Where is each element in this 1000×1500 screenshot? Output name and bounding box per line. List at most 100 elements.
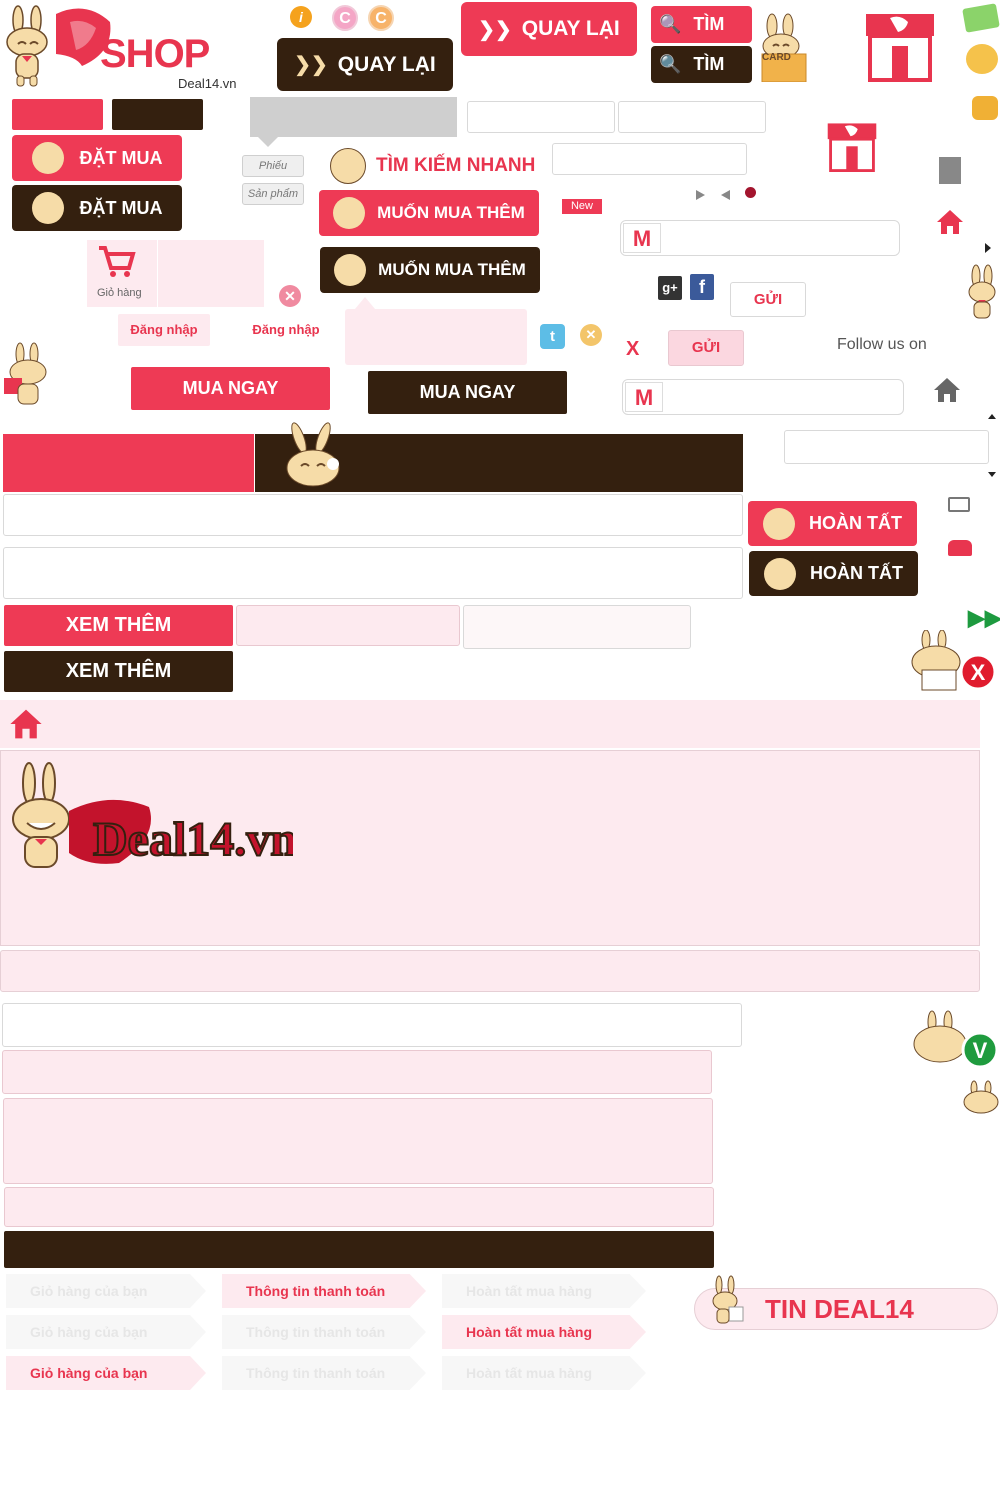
cart-widget[interactable]: Giỏ hàng <box>87 240 264 307</box>
double-arrow-icon: ❯❯ <box>478 18 512 41</box>
buy-now-button-dark[interactable]: MUA NGAY <box>368 371 567 414</box>
order-button-dark[interactable]: ĐẶT MUA <box>12 185 182 231</box>
back-button-red[interactable]: ❯❯ QUAY LẠI <box>461 2 637 56</box>
form-input-pink-2[interactable] <box>4 1187 714 1227</box>
phone-icon[interactable] <box>948 540 972 556</box>
deal-logo-icon: Deal14.vn <box>69 799 293 867</box>
v-badge-text: V <box>973 1038 988 1063</box>
shop-logo-text: SHOP <box>100 32 210 76</box>
input-box-1[interactable] <box>467 101 615 133</box>
play-right-icon[interactable] <box>696 190 705 200</box>
magnifier-icon: 🔍 <box>659 14 682 34</box>
arrow-right-small-icon[interactable] <box>985 243 991 253</box>
step-cart[interactable]: Giỏ hàng của bạn <box>6 1315 206 1349</box>
deal-logo-text: Deal14.vn <box>93 813 293 866</box>
step-complete[interactable]: Hoàn tất mua hàng <box>442 1274 646 1308</box>
order-button-red[interactable]: ĐẶT MUA <box>12 135 182 181</box>
form-input-white[interactable] <box>2 1003 742 1047</box>
double-arrow-icon: ❯❯ <box>294 54 328 76</box>
step-complete[interactable]: Hoàn tất mua hàng <box>442 1356 646 1390</box>
shopping-cart-icon <box>99 246 136 277</box>
close-circle-icon[interactable]: ✕ <box>279 285 301 307</box>
step-payment-info[interactable]: Thông tin thanh toán <box>222 1274 426 1308</box>
wide-input-1[interactable] <box>3 494 743 536</box>
envelope-icon[interactable] <box>948 497 970 512</box>
pink-tooltip-arrow <box>355 297 375 309</box>
home-red-icon[interactable] <box>935 208 965 236</box>
login-button-pink[interactable]: Đăng nhập <box>118 314 210 346</box>
form-textarea-pink[interactable] <box>3 1098 713 1184</box>
magnifier-icon: 🔍 <box>659 54 682 74</box>
bunny-close-mascot-icon: X <box>911 630 997 691</box>
cart-label: Giỏ hàng <box>97 287 142 299</box>
back-button-dark[interactable]: ❯❯ QUAY LẠI <box>277 38 453 91</box>
step-cart[interactable]: Giỏ hàng của bạn <box>6 1356 206 1390</box>
checkout-steps: Giỏ hàng của bạn Thông tin thanh toán Ho… <box>0 1272 660 1394</box>
buy-now-button-red[interactable]: MUA NGAY <box>131 367 330 410</box>
see-more-button-dark[interactable]: XEM THÊM <box>4 651 233 692</box>
home-gray-icon[interactable] <box>932 376 962 404</box>
voucher-tag[interactable]: Phiếu <box>242 155 304 177</box>
next-circle-icon[interactable] <box>745 187 756 198</box>
refresh-pink-icon[interactable]: C <box>332 5 358 31</box>
search-button-dark[interactable]: 🔍 TÌM <box>651 46 752 83</box>
send-button-outline[interactable]: GỬI <box>730 282 806 317</box>
fast-forward-icon[interactable]: ▶▶ <box>968 605 1000 631</box>
close-x-red[interactable]: X <box>626 338 639 361</box>
shop-store-icon[interactable] <box>864 12 936 82</box>
gray-tooltip-arrow <box>258 137 278 147</box>
scroll-down-icon[interactable] <box>988 472 996 477</box>
input-box-3[interactable] <box>552 143 747 175</box>
email-input-2[interactable]: M <box>622 379 904 415</box>
bunny-card-mascot-icon <box>761 13 807 82</box>
play-left-icon[interactable] <box>721 190 730 200</box>
search-button-red[interactable]: 🔍 TÌM <box>651 6 752 43</box>
gmail-icon: M <box>623 223 661 253</box>
info-icon[interactable]: i <box>290 6 312 28</box>
twitter-icon[interactable]: t <box>540 324 565 349</box>
login-button-plain[interactable]: Đăng nhập <box>240 314 332 346</box>
bunny-face-icon <box>763 507 795 540</box>
shop-logo[interactable]: SHOP Deal14.vn <box>2 4 242 91</box>
pink-field[interactable] <box>236 605 460 646</box>
bunny-face-small-icon <box>963 1080 999 1114</box>
bunny-face-icon <box>31 192 64 224</box>
see-more-button-red[interactable]: XEM THÊM <box>4 605 233 646</box>
scroll-up-icon[interactable] <box>988 414 996 419</box>
step-complete[interactable]: Hoàn tất mua hàng <box>442 1315 646 1349</box>
step-cart[interactable]: Giỏ hàng của bạn <box>6 1274 206 1308</box>
follow-us-text: Follow us on <box>837 336 927 353</box>
email-input-1[interactable]: M <box>620 220 900 256</box>
complete-button-dark[interactable]: HOÀN TẤT <box>749 551 918 596</box>
bunny-mascot-icon <box>6 5 48 87</box>
input-box-2[interactable] <box>618 101 766 133</box>
bunny-news-mascot-icon <box>712 1275 744 1324</box>
breadcrumb-bar <box>0 700 980 748</box>
select-box[interactable] <box>784 430 989 464</box>
close-yellow-icon[interactable]: ✕ <box>580 324 602 346</box>
google-plus-icon[interactable]: g+ <box>658 276 682 300</box>
shop-store-small-icon[interactable] <box>824 122 880 172</box>
send-button-pink[interactable]: GỬI <box>668 330 744 366</box>
home-red-icon[interactable] <box>8 707 44 741</box>
coins-plus-icon <box>972 96 998 120</box>
quick-search-heading: TÌM KIẾM NHANH <box>330 147 545 185</box>
step-payment-info[interactable]: Thông tin thanh toán <box>222 1356 426 1390</box>
card-label: CARD <box>762 52 791 63</box>
cart-divider <box>157 240 158 307</box>
buy-more-button-dark[interactable]: MUỐN MUA THÊM <box>320 247 540 293</box>
step-payment-info[interactable]: Thông tin thanh toán <box>222 1315 426 1349</box>
buy-more-button-red[interactable]: MUỐN MUA THÊM <box>319 190 539 236</box>
facebook-icon[interactable]: f <box>690 274 714 300</box>
complete-button-red[interactable]: HOÀN TẤT <box>748 501 917 546</box>
shop-logo-domain: Deal14.vn <box>178 76 237 91</box>
tin-deal-banner[interactable]: TIN DEAL14 <box>694 1275 998 1330</box>
light-field[interactable] <box>463 605 691 649</box>
product-tag[interactable]: Sản phẩm <box>242 183 304 205</box>
bunny-face-icon <box>333 197 366 229</box>
deal-logo-panel: Deal14.vn <box>0 750 980 946</box>
form-input-pink-1[interactable] <box>2 1050 712 1094</box>
gray-block <box>939 157 961 184</box>
refresh-orange-icon[interactable]: C <box>368 5 394 31</box>
wide-input-2[interactable] <box>3 547 743 599</box>
